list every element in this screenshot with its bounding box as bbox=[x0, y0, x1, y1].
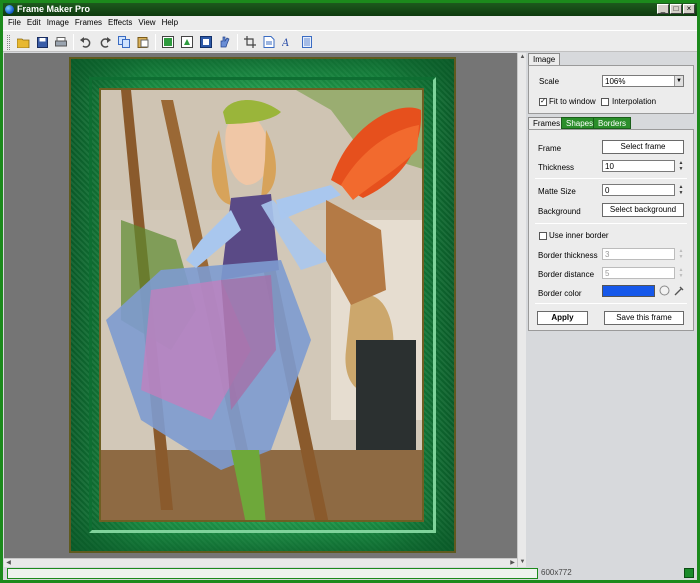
color-wheel-icon[interactable] bbox=[659, 285, 670, 296]
interpolation-checkbox[interactable] bbox=[601, 98, 609, 106]
background-label: Background bbox=[538, 207, 581, 216]
menu-effects[interactable]: Effects bbox=[107, 16, 137, 30]
menu-image[interactable]: Image bbox=[46, 16, 74, 30]
hand-icon[interactable] bbox=[218, 35, 232, 49]
fit-to-window-label: Fit to window bbox=[549, 97, 596, 106]
use-inner-border-checkbox[interactable] bbox=[539, 232, 547, 240]
fit-to-window-checkbox[interactable]: ✓ bbox=[539, 98, 547, 106]
app-window: Frame Maker Pro _ □ × File Edit Image Fr… bbox=[0, 0, 700, 583]
border-thickness-stepper[interactable]: ▲ ▼ bbox=[677, 248, 685, 260]
menu-frames[interactable]: Frames bbox=[74, 16, 107, 30]
frame-icon[interactable] bbox=[199, 35, 213, 49]
border-color-swatch[interactable] bbox=[602, 285, 655, 297]
menu-file[interactable]: File bbox=[7, 16, 26, 30]
scale-select[interactable]: 106% ▼ bbox=[602, 75, 684, 87]
frames-group: Frame Select frame Thickness 10 ▲ ▼ Matte… bbox=[528, 129, 694, 331]
select-frame-button[interactable]: Select frame bbox=[602, 140, 684, 154]
scale-value: 106% bbox=[605, 77, 626, 86]
paste-icon[interactable] bbox=[136, 35, 150, 49]
matte-size-label: Matte Size bbox=[538, 187, 576, 196]
page-icon[interactable] bbox=[300, 35, 314, 49]
crop-icon[interactable] bbox=[243, 35, 257, 49]
matte-size-stepper[interactable]: ▲ ▼ bbox=[677, 184, 685, 196]
use-inner-border-label: Use inner border bbox=[549, 231, 609, 240]
undo-icon[interactable] bbox=[79, 35, 93, 49]
select-background-button[interactable]: Select background bbox=[602, 203, 684, 217]
border-color-label: Border color bbox=[538, 289, 582, 298]
image-canvas[interactable] bbox=[4, 53, 517, 558]
border-distance-input[interactable]: 5 bbox=[602, 267, 675, 279]
status-bar: 600x772 bbox=[3, 567, 697, 580]
window-title: Frame Maker Pro bbox=[17, 4, 91, 14]
menu-view[interactable]: View bbox=[137, 16, 160, 30]
border-distance-stepper[interactable]: ▲ ▼ bbox=[677, 267, 685, 279]
export-icon[interactable] bbox=[180, 35, 194, 49]
copy-icon[interactable] bbox=[117, 35, 131, 49]
svg-text:A: A bbox=[282, 38, 289, 48]
photo-preview bbox=[99, 88, 424, 522]
thickness-stepper[interactable]: ▲ ▼ bbox=[677, 160, 685, 172]
interpolation-label: Interpolation bbox=[612, 97, 657, 106]
eyedropper-icon[interactable] bbox=[674, 285, 685, 296]
minimize-button[interactable]: _ bbox=[657, 4, 669, 14]
menu-bar: File Edit Image Frames Effects View Help bbox=[3, 16, 697, 30]
frame-label: Frame bbox=[538, 144, 562, 153]
open-folder-icon[interactable] bbox=[16, 35, 30, 49]
resize-grip-icon[interactable] bbox=[684, 568, 694, 578]
print-icon[interactable] bbox=[54, 35, 68, 49]
image-group: Scale 106% ▼ ✓ Fit to window Interpolati… bbox=[528, 65, 694, 114]
maximize-button[interactable]: □ bbox=[670, 4, 682, 14]
border-thickness-input[interactable]: 3 bbox=[602, 248, 675, 260]
tab-frames[interactable]: Frames bbox=[528, 117, 566, 129]
image-icon[interactable] bbox=[161, 35, 175, 49]
app-icon bbox=[5, 5, 14, 14]
matte-size-input[interactable]: 0 bbox=[602, 184, 675, 196]
thickness-label: Thickness bbox=[538, 163, 575, 172]
tab-image[interactable]: Image bbox=[528, 53, 561, 65]
thickness-input[interactable]: 10 bbox=[602, 160, 675, 172]
apply-button[interactable]: Apply bbox=[537, 311, 588, 325]
toolbar-grip[interactable] bbox=[7, 35, 10, 50]
scale-label: Scale bbox=[539, 77, 560, 86]
picture-frame bbox=[69, 57, 456, 553]
status-progress bbox=[7, 568, 538, 579]
image-dimensions: 600x772 bbox=[541, 568, 572, 577]
horizontal-scrollbar[interactable]: ◀ ▶ bbox=[4, 558, 517, 567]
toolbar: A bbox=[3, 30, 697, 52]
title-bar[interactable]: Frame Maker Pro _ □ × bbox=[3, 3, 697, 16]
save-icon[interactable] bbox=[35, 35, 49, 49]
close-button[interactable]: × bbox=[683, 4, 695, 14]
vertical-scrollbar[interactable]: ▲ ▼ bbox=[517, 53, 526, 567]
border-distance-label: Border distance bbox=[538, 270, 595, 279]
chevron-down-icon[interactable]: ▼ bbox=[674, 76, 683, 86]
tab-borders[interactable]: Borders bbox=[593, 117, 632, 129]
menu-help[interactable]: Help bbox=[161, 16, 183, 30]
save-frame-button[interactable]: Save this frame bbox=[604, 311, 684, 325]
text-icon[interactable]: A bbox=[281, 35, 295, 49]
border-thickness-label: Border thickness bbox=[538, 251, 598, 260]
document-icon[interactable] bbox=[262, 35, 276, 49]
menu-edit[interactable]: Edit bbox=[26, 16, 46, 30]
redo-icon[interactable] bbox=[98, 35, 112, 49]
properties-panel: Image Scale 106% ▼ ✓ Fit to window Inter… bbox=[526, 53, 697, 567]
